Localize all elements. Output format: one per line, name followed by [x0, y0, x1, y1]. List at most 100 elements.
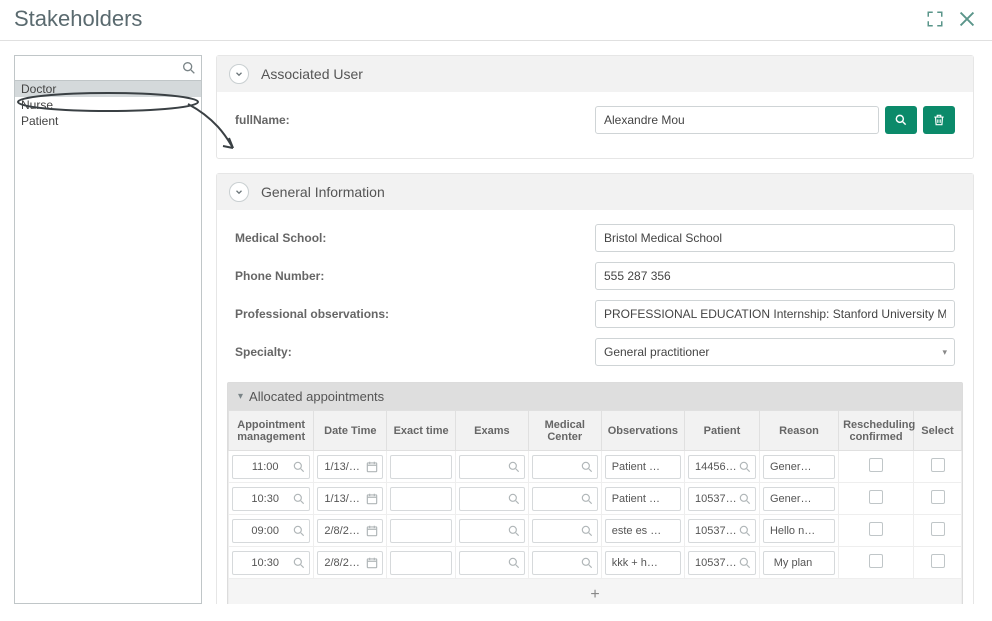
patient-cell[interactable]	[688, 551, 756, 575]
collapse-button[interactable]	[229, 182, 249, 202]
subpanel-head[interactable]: ▾ Allocated appointments	[228, 383, 962, 410]
checkbox[interactable]	[869, 554, 883, 568]
sidebar-item-doctor[interactable]: Doctor	[15, 81, 201, 97]
prof-obs-input[interactable]	[595, 300, 955, 328]
reason-cell[interactable]	[763, 487, 835, 511]
obs-cell[interactable]	[605, 519, 681, 543]
search-icon	[507, 556, 521, 570]
exacttime-cell[interactable]	[390, 487, 452, 511]
reason-cell-input[interactable]	[764, 557, 834, 569]
reason-cell-input[interactable]	[764, 493, 834, 505]
medcenter-cell[interactable]	[532, 519, 598, 543]
obs-cell-input[interactable]	[606, 493, 680, 505]
reason-cell[interactable]	[763, 455, 835, 479]
checkbox[interactable]	[931, 490, 945, 504]
medcenter-cell[interactable]	[532, 551, 598, 575]
datetime-cell[interactable]	[317, 455, 383, 479]
search-user-button[interactable]	[885, 106, 917, 134]
header: Stakeholders	[0, 0, 992, 41]
calendar-icon	[365, 524, 379, 538]
sidebar-item-patient[interactable]: Patient	[15, 113, 201, 129]
col-header[interactable]: Reason	[759, 411, 838, 451]
apm-cell[interactable]	[232, 519, 310, 543]
sidebar-search[interactable]	[14, 55, 202, 81]
page-title: Stakeholders	[14, 6, 914, 32]
datetime-cell[interactable]	[317, 487, 383, 511]
exacttime-cell[interactable]	[390, 519, 452, 543]
patient-cell[interactable]	[688, 487, 756, 511]
calendar-icon	[365, 492, 379, 506]
col-header[interactable]: Rescheduling confirmed	[839, 411, 914, 451]
exacttime-cell-input[interactable]	[391, 461, 451, 473]
medical-school-input[interactable]	[595, 224, 955, 252]
col-header[interactable]: Select	[914, 411, 962, 451]
fullname-label: fullName:	[235, 113, 595, 127]
exams-cell[interactable]	[459, 551, 525, 575]
exacttime-cell[interactable]	[390, 551, 452, 575]
search-icon	[292, 492, 306, 506]
obs-cell-input[interactable]	[606, 525, 680, 537]
obs-cell[interactable]	[605, 455, 681, 479]
col-header[interactable]: Exams	[455, 411, 528, 451]
search-icon	[292, 524, 306, 538]
exacttime-cell[interactable]	[390, 455, 452, 479]
datetime-cell[interactable]	[317, 551, 383, 575]
search-icon	[738, 524, 752, 538]
table-row	[229, 515, 962, 547]
obs-cell[interactable]	[605, 551, 681, 575]
checkbox[interactable]	[869, 490, 883, 504]
reason-cell-input[interactable]	[764, 461, 834, 473]
expand-icon[interactable]	[926, 10, 944, 28]
table-row	[229, 483, 962, 515]
collapse-button[interactable]	[229, 64, 249, 84]
medcenter-cell[interactable]	[532, 487, 598, 511]
table-row	[229, 451, 962, 483]
panel-title: General Information	[261, 184, 385, 200]
checkbox[interactable]	[931, 458, 945, 472]
patient-cell[interactable]	[688, 519, 756, 543]
delete-user-button[interactable]	[923, 106, 955, 134]
exams-cell[interactable]	[459, 455, 525, 479]
col-header[interactable]: Observations	[601, 411, 684, 451]
sidebar-search-input[interactable]	[21, 61, 177, 75]
panel-general-info: General Information Medical School: Phon…	[216, 173, 974, 604]
reason-cell[interactable]	[763, 519, 835, 543]
col-header[interactable]: Date Time	[314, 411, 387, 451]
subpanel-title: Allocated appointments	[249, 389, 384, 404]
patient-cell[interactable]	[688, 455, 756, 479]
phone-input[interactable]	[595, 262, 955, 290]
checkbox[interactable]	[869, 458, 883, 472]
close-icon[interactable]	[956, 8, 978, 30]
medical-school-label: Medical School:	[235, 231, 595, 245]
exacttime-cell-input[interactable]	[391, 557, 451, 569]
obs-cell-input[interactable]	[606, 461, 680, 473]
checkbox[interactable]	[869, 522, 883, 536]
search-icon	[181, 60, 197, 76]
checkbox[interactable]	[931, 554, 945, 568]
specialty-select[interactable]	[595, 338, 955, 366]
panel-associated-user: Associated User fullName:	[216, 55, 974, 159]
search-icon	[580, 460, 594, 474]
obs-cell[interactable]	[605, 487, 681, 511]
medcenter-cell[interactable]	[532, 455, 598, 479]
col-header[interactable]: Exact time	[387, 411, 456, 451]
col-header[interactable]: Appointment management	[229, 411, 314, 451]
apm-cell[interactable]	[232, 487, 310, 511]
specialty-label: Specialty:	[235, 345, 595, 359]
exacttime-cell-input[interactable]	[391, 493, 451, 505]
checkbox[interactable]	[931, 522, 945, 536]
col-header[interactable]: Patient	[685, 411, 760, 451]
datetime-cell[interactable]	[317, 519, 383, 543]
apm-cell[interactable]	[232, 455, 310, 479]
reason-cell-input[interactable]	[764, 525, 834, 537]
obs-cell-input[interactable]	[606, 557, 680, 569]
reason-cell[interactable]	[763, 551, 835, 575]
sidebar-item-nurse[interactable]: Nurse	[15, 97, 201, 113]
exams-cell[interactable]	[459, 487, 525, 511]
fullname-input[interactable]	[595, 106, 879, 134]
exacttime-cell-input[interactable]	[391, 525, 451, 537]
apm-cell[interactable]	[232, 551, 310, 575]
add-row-button[interactable]: +	[229, 579, 962, 605]
col-header[interactable]: Medical Center	[528, 411, 601, 451]
exams-cell[interactable]	[459, 519, 525, 543]
